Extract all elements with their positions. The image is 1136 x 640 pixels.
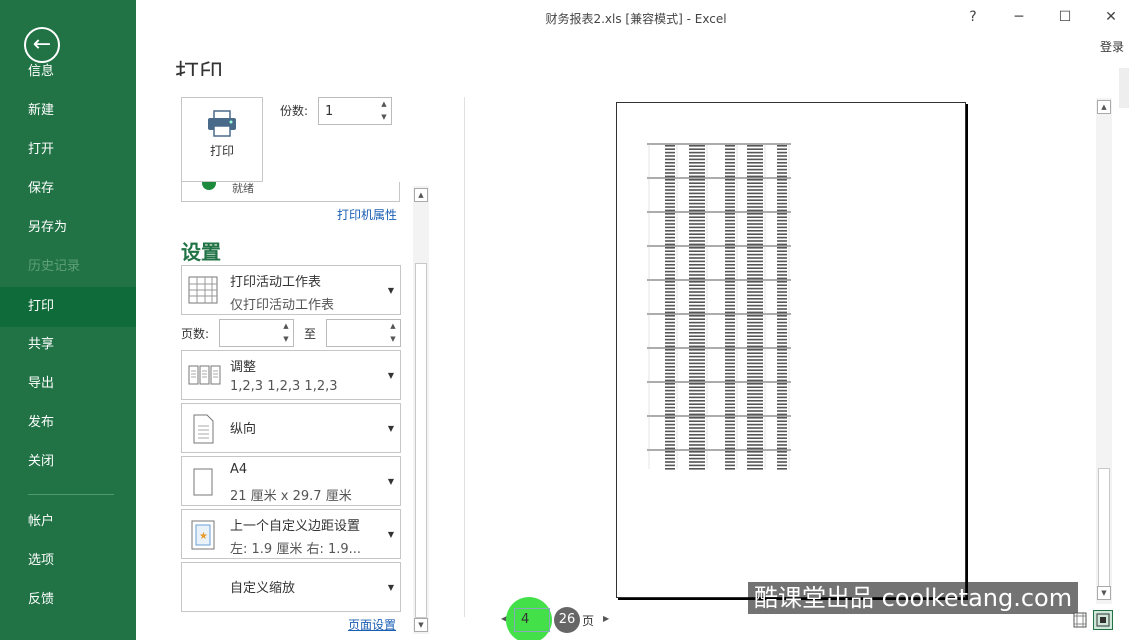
pages-from-input[interactable]: ▲ ▼ xyxy=(219,319,294,347)
paper-size-dropdown[interactable]: A4 21 厘米 x 29.7 厘米 ▼ xyxy=(181,456,401,506)
print-heading: 打印 xyxy=(175,59,223,76)
chevron-down-icon: ▼ xyxy=(387,530,394,539)
scroll-down-icon[interactable]: ▼ xyxy=(1097,586,1111,600)
page-unit-label: 页 xyxy=(582,614,595,628)
nav-new[interactable]: 新建 xyxy=(0,91,136,131)
nav-save[interactable]: 保存 xyxy=(0,169,136,209)
paper-size-icon xyxy=(193,468,213,496)
chevron-down-icon: ▼ xyxy=(387,424,394,433)
spin-down-icon[interactable]: ▼ xyxy=(386,333,400,346)
orientation-dropdown[interactable]: 纵向 ▼ xyxy=(181,403,401,453)
copies-value: 1 xyxy=(325,104,334,119)
printer-status: 就绪 xyxy=(232,182,254,195)
svg-text:★: ★ xyxy=(199,531,208,542)
spin-down-icon[interactable]: ▼ xyxy=(377,111,391,124)
preview-page xyxy=(616,102,966,598)
maximize-button[interactable]: ☐ xyxy=(1050,6,1080,28)
nav-history: 历史记录 xyxy=(28,259,81,274)
pages-label: 页数: xyxy=(181,327,210,341)
login-link[interactable]: 登录 xyxy=(1100,38,1124,55)
zoom-to-page-icon[interactable] xyxy=(1093,610,1113,630)
collate-title: 调整 xyxy=(230,360,257,375)
collate-pages-icon xyxy=(188,365,221,385)
chevron-down-icon: ▼ xyxy=(387,286,394,295)
print-what-dropdown[interactable]: 打印活动工作表 仅打印活动工作表 ▼ xyxy=(181,265,401,315)
scaling-title: 自定义缩放 xyxy=(230,581,296,596)
margins-icon: ★ xyxy=(191,520,215,550)
nav-export[interactable]: 导出 xyxy=(0,364,136,404)
panel-divider xyxy=(464,97,465,617)
backstage-sidebar: ← 信息 新建 打开 保存 另存为 历史记录 打印 共享 导出 发布 关闭 帐户… xyxy=(0,0,136,640)
nav-info[interactable]: 信息 xyxy=(0,52,136,92)
close-button[interactable]: ✕ xyxy=(1096,6,1126,28)
scaling-dropdown[interactable]: 自定义缩放 ▼ xyxy=(181,562,401,612)
scroll-up-icon[interactable]: ▲ xyxy=(1097,100,1111,114)
scroll-down-icon[interactable]: ▼ xyxy=(414,618,428,632)
settings-heading: 设置 xyxy=(181,240,221,264)
show-margins-icon[interactable] xyxy=(1072,612,1088,628)
printer-properties-link[interactable]: 打印机属性 xyxy=(337,206,397,223)
worksheet-grid-icon xyxy=(188,276,218,304)
paper-title: A4 xyxy=(230,462,248,477)
copies-label: 份数: xyxy=(280,104,309,118)
spin-up-icon[interactable]: ▲ xyxy=(377,98,391,111)
preview-scrollbar[interactable]: ▲ ▼ xyxy=(1096,98,1112,604)
spin-up-icon[interactable]: ▲ xyxy=(279,320,293,333)
excel-backstage: ← 信息 新建 打开 保存 另存为 历史记录 打印 共享 导出 发布 关闭 帐户… xyxy=(0,0,1136,640)
preview-page-table xyxy=(647,143,791,470)
collate-subtitle: 1,2,3 1,2,3 1,2,3 xyxy=(230,379,338,394)
nav-account[interactable]: 帐户 xyxy=(0,502,136,542)
next-page-icon[interactable]: ▶ xyxy=(603,614,609,623)
current-page-input[interactable]: 4 xyxy=(514,608,550,632)
help-button[interactable]: ? xyxy=(958,6,988,28)
scroll-thumb[interactable] xyxy=(1098,468,1110,588)
print-button[interactable]: 打印 xyxy=(181,97,263,182)
margins-title: 上一个自定义边距设置 xyxy=(230,519,361,534)
nav-print[interactable]: 打印 xyxy=(0,287,136,327)
nav-divider xyxy=(28,494,114,495)
nav-share[interactable]: 共享 xyxy=(0,325,136,365)
print-button-label: 打印 xyxy=(209,144,234,158)
watermark: 酷课堂出品 coolketang.com xyxy=(748,582,1079,614)
pages-to-input[interactable]: ▲ ▼ xyxy=(326,319,401,347)
nav-publish[interactable]: 发布 xyxy=(0,403,136,443)
settings-scrollbar[interactable]: ▲ ▼ xyxy=(413,186,429,634)
nav-save-as[interactable]: 另存为 xyxy=(0,208,136,248)
copies-stepper[interactable]: 1 ▲ ▼ xyxy=(318,97,392,125)
total-pages: 26 xyxy=(554,607,580,633)
scroll-thumb[interactable] xyxy=(415,263,427,618)
nav-open[interactable]: 打开 xyxy=(0,130,136,170)
scroll-up-icon[interactable]: ▲ xyxy=(414,188,428,202)
chevron-down-icon: ▼ xyxy=(387,477,394,486)
chevron-down-icon: ▼ xyxy=(387,371,394,380)
ready-status-icon xyxy=(202,182,216,190)
nav-close[interactable]: 关闭 xyxy=(0,442,136,482)
page-setup-link[interactable]: 页面设置 xyxy=(348,616,396,633)
portrait-page-icon xyxy=(193,414,214,444)
spin-down-icon[interactable]: ▼ xyxy=(279,333,293,346)
margins-subtitle: 左: 1.9 厘米 右: 1.9... xyxy=(230,542,362,557)
collate-dropdown[interactable]: 调整 1,2,3 1,2,3 1,2,3 ▼ xyxy=(181,350,401,400)
paper-subtitle: 21 厘米 x 29.7 厘米 xyxy=(230,489,352,504)
print-what-title: 打印活动工作表 xyxy=(230,275,322,290)
print-what-subtitle: 仅打印活动工作表 xyxy=(230,298,335,313)
printer-select[interactable]: 就绪 xyxy=(181,182,400,202)
title-bar: 财务报表2.xls [兼容模式] - Excel ? ─ ☐ ✕ xyxy=(136,0,1136,36)
margins-dropdown[interactable]: ★ 上一个自定义边距设置 左: 1.9 厘米 右: 1.9... ▼ xyxy=(181,509,401,559)
nav-options[interactable]: 选项 xyxy=(0,541,136,581)
minimize-button[interactable]: ─ xyxy=(1004,6,1034,28)
orientation-title: 纵向 xyxy=(230,422,257,437)
spin-up-icon[interactable]: ▲ xyxy=(386,320,400,333)
top-scroll-stub xyxy=(1119,68,1129,108)
chevron-down-icon: ▼ xyxy=(387,583,394,592)
pages-to-label: 至 xyxy=(304,327,317,341)
printer-icon xyxy=(208,110,236,137)
nav-feedback[interactable]: 反馈 xyxy=(0,580,136,620)
